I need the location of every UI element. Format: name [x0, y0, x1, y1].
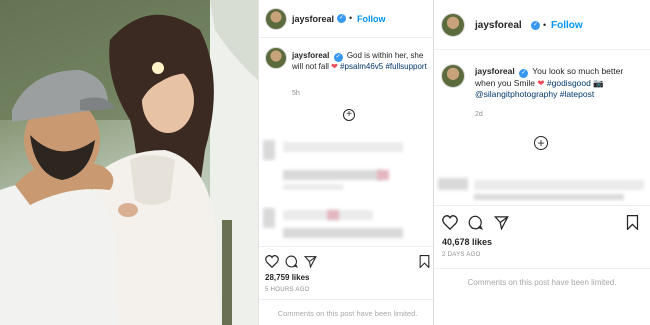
comment-icon[interactable]: [468, 215, 483, 230]
heart-emoji-icon: ❤: [537, 78, 545, 88]
caption-username[interactable]: jaysforeal: [475, 66, 515, 76]
username-link[interactable]: jaysforeal: [292, 14, 334, 24]
load-more-comments-icon[interactable]: +: [534, 136, 548, 150]
censored-comment: [377, 170, 389, 180]
share-icon[interactable]: [494, 215, 509, 230]
censored-comment: [283, 184, 343, 190]
post-actions: 28,759 likes 5 HOURS AGO Comments on thi…: [259, 246, 436, 325]
censored-avatar: [263, 140, 275, 160]
verified-badge-icon: ✓: [337, 14, 346, 23]
caption-hashtags[interactable]: #psalm46v5 #fullsupport: [340, 62, 427, 71]
caption: jaysforeal ✓ God is within her, she will…: [292, 51, 432, 72]
caption-avatar[interactable]: [265, 47, 287, 69]
caption-time: 2d: [475, 111, 483, 118]
likes-count[interactable]: 28,759 likes: [265, 273, 309, 282]
comments-limited-notice: Comments on this post have been limited.: [259, 299, 436, 318]
caption-username[interactable]: jaysforeal: [292, 51, 329, 60]
username-link[interactable]: jaysforeal: [475, 20, 522, 31]
post-time-ago: 2 DAYS AGO: [442, 252, 481, 258]
censored-comment: [474, 180, 644, 190]
likes-count[interactable]: 40,678 likes: [442, 237, 492, 247]
separator-dot: •: [543, 20, 547, 30]
caption-avatar[interactable]: [441, 64, 465, 88]
verified-badge-icon: ✓: [519, 69, 529, 78]
post-actions: 40,678 likes 2 DAYS AGO Comments on this…: [434, 205, 650, 325]
comments-limited-notice: Comments on this post have been limited.: [434, 268, 650, 287]
post-photo: [0, 0, 258, 325]
post-header: jaysforeal ✓ • Follow: [434, 0, 650, 50]
post-time-ago: 5 HOURS AGO: [265, 287, 310, 293]
like-heart-icon[interactable]: [442, 215, 458, 230]
save-bookmark-icon[interactable]: [626, 215, 639, 230]
avatar[interactable]: [265, 8, 287, 30]
comment-icon[interactable]: [285, 255, 298, 268]
censored-comment: [283, 142, 403, 152]
couple-photo-illustration: [0, 0, 258, 325]
like-heart-icon[interactable]: [265, 255, 279, 268]
follow-button[interactable]: Follow: [551, 20, 583, 31]
censored-comment: [283, 170, 383, 180]
censored-avatar: [438, 178, 468, 190]
follow-button[interactable]: Follow: [357, 14, 386, 24]
caption: jaysforeal ✓ You look so much better whe…: [475, 66, 645, 100]
caption-hashtag[interactable]: #godisgood: [547, 78, 591, 88]
verified-badge-icon: ✓: [333, 53, 343, 62]
censored-comment: [327, 210, 339, 220]
avatar[interactable]: [441, 13, 465, 37]
load-more-comments-icon[interactable]: +: [343, 109, 355, 121]
censored-comment: [474, 194, 624, 200]
post-header: jaysforeal ✓ • Follow: [259, 0, 436, 38]
caption-mentions[interactable]: @silangitphotography #latepost: [475, 89, 594, 99]
save-bookmark-icon[interactable]: [419, 255, 430, 268]
verified-badge-icon: ✓: [531, 21, 540, 30]
censored-comment: [283, 228, 403, 238]
camera-emoji-icon: 📷: [593, 78, 604, 88]
post-panel-right: jaysforeal ✓ • Follow jaysforeal ✓ You l…: [433, 0, 650, 325]
post-panel-left: jaysforeal ✓ • Follow jaysforeal ✓ God i…: [258, 0, 436, 325]
caption-time: 5h: [292, 90, 300, 97]
share-icon[interactable]: [304, 255, 317, 268]
separator-dot: •: [349, 13, 353, 23]
censored-avatar: [263, 208, 275, 228]
heart-emoji-icon: ❤: [331, 62, 338, 71]
